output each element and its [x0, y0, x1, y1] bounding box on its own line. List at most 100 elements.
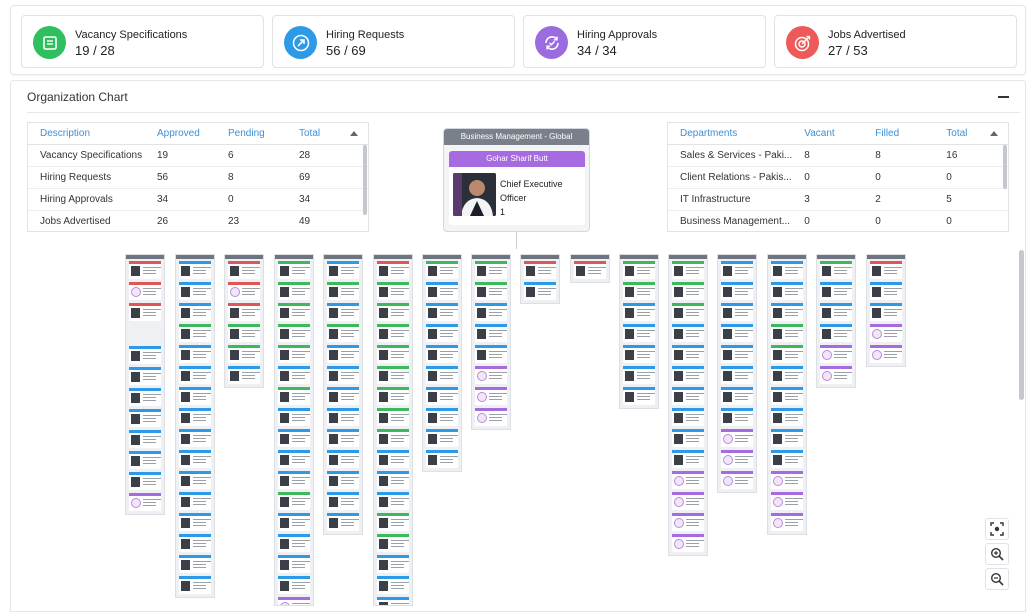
employee-node[interactable]	[721, 450, 753, 468]
employee-node[interactable]	[426, 345, 458, 363]
table-row[interactable]: IT Infrastructure 3 2 5	[668, 188, 1008, 211]
employee-node[interactable]	[278, 345, 310, 363]
employee-node[interactable]	[179, 261, 211, 279]
employee-node[interactable]	[771, 387, 803, 405]
employee-node[interactable]	[278, 408, 310, 426]
employee-node[interactable]	[179, 345, 211, 363]
employee-node[interactable]	[179, 555, 211, 573]
employee-node[interactable]	[721, 471, 753, 489]
employee-node[interactable]	[623, 387, 655, 405]
employee-node[interactable]	[672, 408, 704, 426]
employee-node[interactable]	[475, 366, 507, 384]
employee-node[interactable]	[377, 450, 409, 468]
employee-node[interactable]	[426, 261, 458, 279]
employee-node[interactable]	[377, 555, 409, 573]
employee-node[interactable]	[377, 408, 409, 426]
employee-node[interactable]	[771, 471, 803, 489]
employee-node[interactable]	[672, 366, 704, 384]
employee-node[interactable]	[771, 513, 803, 531]
employee-node[interactable]	[426, 387, 458, 405]
employee-node[interactable]	[228, 303, 260, 321]
employee-node[interactable]	[721, 366, 753, 384]
employee-node[interactable]	[426, 366, 458, 384]
employee-node[interactable]	[327, 387, 359, 405]
table-scrollbar[interactable]	[363, 145, 367, 215]
employee-node[interactable]	[129, 493, 161, 511]
employee-node[interactable]	[820, 282, 852, 300]
employee-node[interactable]	[377, 513, 409, 531]
employee-node[interactable]	[327, 471, 359, 489]
employee-node[interactable]	[377, 303, 409, 321]
employee-node[interactable]	[179, 408, 211, 426]
table-scrollbar[interactable]	[1003, 145, 1007, 189]
table-row[interactable]: Client Relations - Pakis... 0 0 0	[668, 166, 1008, 189]
employee-node[interactable]	[278, 555, 310, 573]
employee-node[interactable]	[278, 324, 310, 342]
employee-node[interactable]	[426, 282, 458, 300]
org-department-column[interactable]	[274, 254, 314, 606]
chart-scrollbar[interactable]	[1019, 250, 1024, 400]
employee-node[interactable]	[327, 492, 359, 510]
employee-node[interactable]	[426, 429, 458, 447]
employee-node[interactable]	[623, 324, 655, 342]
employee-node[interactable]	[721, 261, 753, 279]
org-department-column[interactable]	[175, 254, 215, 598]
employee-node[interactable]	[377, 492, 409, 510]
employee-node[interactable]	[820, 324, 852, 342]
employee-node[interactable]	[771, 261, 803, 279]
sort-up-icon[interactable]	[350, 131, 358, 136]
org-department-column[interactable]	[619, 254, 659, 409]
employee-node[interactable]	[672, 324, 704, 342]
employee-node[interactable]	[672, 471, 704, 489]
employee-node[interactable]	[129, 451, 161, 469]
employee-node[interactable]	[228, 261, 260, 279]
employee-node[interactable]	[475, 303, 507, 321]
employee-node[interactable]	[820, 366, 852, 384]
employee-node[interactable]	[623, 345, 655, 363]
employee-node[interactable]	[820, 261, 852, 279]
employee-node[interactable]	[327, 303, 359, 321]
employee-node[interactable]	[278, 429, 310, 447]
org-root-node[interactable]: Business Management - Global Gohar Shari…	[443, 128, 590, 232]
employee-node[interactable]	[672, 429, 704, 447]
employee-node[interactable]	[327, 429, 359, 447]
employee-node[interactable]	[129, 261, 161, 279]
employee-node[interactable]	[721, 429, 753, 447]
employee-node[interactable]	[721, 345, 753, 363]
employee-node[interactable]	[870, 324, 902, 342]
employee-node[interactable]	[623, 261, 655, 279]
employee-node[interactable]	[278, 261, 310, 279]
employee-node[interactable]	[327, 513, 359, 531]
employee-node[interactable]	[426, 450, 458, 468]
employee-node[interactable]	[129, 282, 161, 300]
org-department-column[interactable]	[816, 254, 856, 388]
employee-node[interactable]	[278, 471, 310, 489]
org-department-column[interactable]	[570, 254, 610, 283]
employee-node[interactable]	[179, 492, 211, 510]
employee-node[interactable]	[771, 324, 803, 342]
column-header-approved[interactable]: Approved	[145, 123, 216, 145]
employee-node[interactable]	[179, 282, 211, 300]
column-header-vacant[interactable]: Vacant	[792, 123, 864, 145]
employee-node[interactable]	[377, 366, 409, 384]
employee-node[interactable]	[771, 282, 803, 300]
employee-node[interactable]	[377, 324, 409, 342]
employee-node[interactable]	[377, 471, 409, 489]
stat-card-vacancy-specifications[interactable]: Vacancy Specifications 19 / 28	[21, 15, 264, 68]
employee-node[interactable]	[623, 282, 655, 300]
employee-node[interactable]	[870, 261, 902, 279]
employee-node[interactable]	[179, 534, 211, 552]
employee-node[interactable]	[327, 366, 359, 384]
employee-node[interactable]	[278, 492, 310, 510]
zoom-in-button[interactable]	[985, 543, 1009, 565]
employee-node[interactable]	[672, 450, 704, 468]
employee-node[interactable]	[327, 450, 359, 468]
employee-node[interactable]	[524, 261, 556, 279]
employee-node[interactable]	[278, 450, 310, 468]
table-row[interactable]: Sales & Services - Paki... 8 8 16	[668, 144, 1008, 167]
employee-node[interactable]	[771, 429, 803, 447]
employee-node[interactable]	[820, 345, 852, 363]
employee-node[interactable]	[771, 450, 803, 468]
employee-node[interactable]	[179, 450, 211, 468]
employee-node[interactable]	[771, 492, 803, 510]
